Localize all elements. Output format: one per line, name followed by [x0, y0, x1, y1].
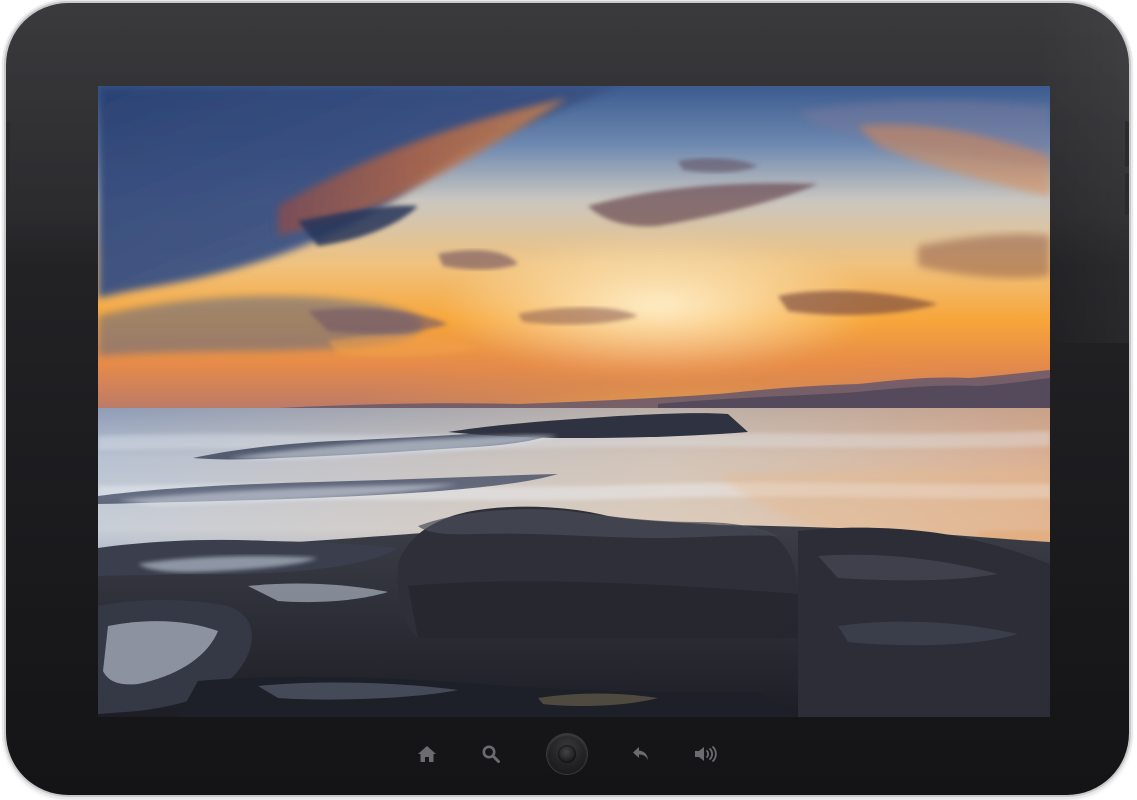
search-button[interactable]: [476, 731, 506, 777]
volume-icon: [695, 746, 717, 762]
home-icon: [418, 746, 436, 762]
frame-gloss-side: [1039, 3, 1129, 343]
home-button-lens: [558, 745, 576, 763]
volume-button[interactable]: [690, 731, 720, 777]
home-button-icon: [547, 734, 587, 774]
volume-up-button[interactable]: [1125, 121, 1129, 167]
tablet-frame: [6, 3, 1129, 795]
volume-down-button[interactable]: [1125, 173, 1129, 215]
home-button[interactable]: [412, 731, 442, 777]
center-home-button[interactable]: [545, 731, 589, 777]
stage: [0, 0, 1137, 800]
wallpaper-image: [98, 86, 1050, 717]
bottom-navigation-bar: [406, 731, 726, 777]
back-arrow-icon: [633, 747, 648, 760]
tablet-screen[interactable]: [98, 86, 1050, 717]
search-icon: [482, 745, 500, 763]
back-button[interactable]: [626, 731, 656, 777]
power-button[interactable]: [6, 121, 10, 197]
